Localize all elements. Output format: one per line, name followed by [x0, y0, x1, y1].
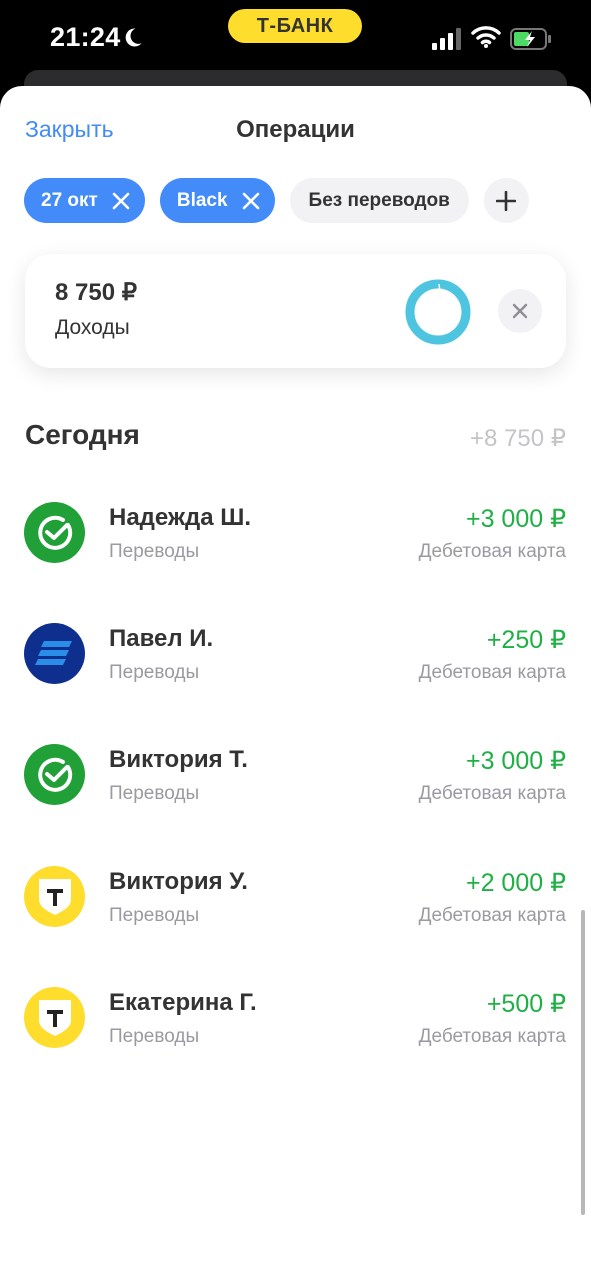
- income-summary-card[interactable]: 8 750 ₽ Доходы: [25, 254, 566, 368]
- operation-account: Дебетовая карта: [418, 905, 566, 926]
- page-title: Операции: [236, 116, 355, 143]
- vtb-icon: [24, 623, 85, 684]
- income-donut-chart: [405, 279, 471, 345]
- operation-name: Надежда Ш.: [109, 504, 251, 531]
- filter-chips: 27 окт Black Без переводов: [24, 178, 529, 223]
- operation-row[interactable]: Екатерина Г. Переводы +500 ₽ Дебетовая к…: [0, 987, 591, 1067]
- operation-account: Дебетовая карта: [418, 783, 566, 804]
- sber-icon: [24, 502, 85, 563]
- operation-row[interactable]: Надежда Ш. Переводы +3 000 ₽ Дебетовая к…: [0, 502, 591, 582]
- operation-category: Переводы: [109, 541, 200, 562]
- operation-amount: +250 ₽: [486, 626, 566, 654]
- tbank-icon: [24, 987, 85, 1048]
- operations-sheet: Закрыть Операции 27 окт Black Без перево…: [0, 86, 591, 1280]
- filter-chip-label: Без переводов: [308, 189, 450, 211]
- tbank-icon: [24, 866, 85, 927]
- operation-category: Переводы: [109, 905, 200, 926]
- filter-chip-date[interactable]: 27 окт: [24, 178, 145, 223]
- operation-account: Дебетовая карта: [418, 1026, 566, 1047]
- status-bar: 21:24 Т-БАНК: [0, 0, 591, 80]
- sber-icon: [24, 744, 85, 805]
- section-title-today: Сегодня: [25, 419, 140, 450]
- summary-close-button[interactable]: [498, 289, 542, 333]
- filter-chip-no-transfers[interactable]: Без переводов: [289, 178, 469, 223]
- operation-amount: +3 000 ₽: [465, 505, 566, 533]
- filter-chip-label: 27 окт: [41, 189, 98, 211]
- filter-chip-card[interactable]: Black: [159, 178, 275, 223]
- filter-chip-label: Black: [176, 189, 228, 211]
- operation-name: Павел И.: [109, 625, 214, 652]
- operation-account: Дебетовая карта: [418, 662, 566, 683]
- operation-name: Виктория У.: [109, 868, 248, 895]
- section-total: +8 750 ₽: [469, 425, 566, 452]
- operation-category: Переводы: [109, 783, 200, 804]
- operation-amount: +500 ₽: [486, 990, 566, 1018]
- operation-row[interactable]: Виктория У. Переводы +2 000 ₽ Дебетовая …: [0, 866, 591, 946]
- wifi-icon: [471, 26, 501, 48]
- close-icon[interactable]: [112, 192, 130, 210]
- operation-row[interactable]: Виктория Т. Переводы +3 000 ₽ Дебетовая …: [0, 744, 591, 824]
- battery-charging-icon: [510, 28, 551, 50]
- operation-name: Виктория Т.: [109, 746, 248, 773]
- add-filter-button[interactable]: [483, 178, 529, 223]
- summary-label: Доходы: [55, 316, 130, 339]
- operation-account: Дебетовая карта: [418, 541, 566, 562]
- plus-icon: [496, 190, 517, 211]
- scrollbar[interactable]: [581, 910, 585, 1215]
- summary-amount: 8 750 ₽: [55, 279, 137, 306]
- operation-amount: +3 000 ₽: [465, 747, 566, 775]
- close-icon[interactable]: [242, 192, 260, 210]
- cellular-signal-icon: [432, 28, 461, 50]
- brand-pill: Т-БАНК: [228, 9, 362, 43]
- close-icon: [512, 303, 528, 319]
- operation-amount: +2 000 ₽: [465, 869, 566, 897]
- operation-row[interactable]: Павел И. Переводы +250 ₽ Дебетовая карта: [0, 623, 591, 703]
- moon-icon: [125, 28, 142, 47]
- operation-name: Екатерина Г.: [109, 989, 257, 1016]
- status-time: 21:24: [50, 22, 121, 52]
- operation-category: Переводы: [109, 662, 200, 683]
- operation-category: Переводы: [109, 1026, 200, 1047]
